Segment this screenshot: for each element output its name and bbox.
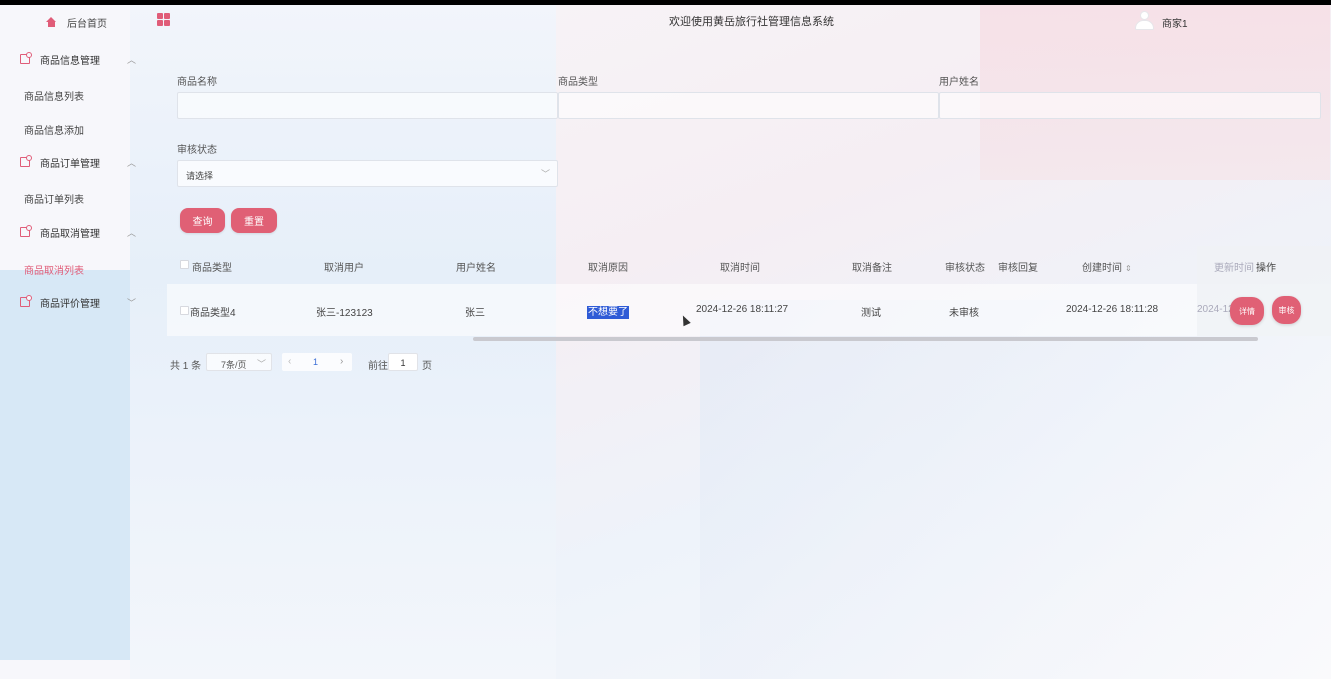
product-name-input[interactable] [177,92,558,119]
row-checkbox[interactable] [180,306,189,315]
page-unit-label: 页 [422,361,432,372]
current-page[interactable]: 1 [313,357,318,367]
goto-page-input[interactable]: 1 [388,353,418,371]
filter-form: 商品名称 商品类型 用户姓名 审核状态 请选择 ﹀ 查询 重置 [0,0,1331,240]
product-name-label: 商品名称 [177,77,217,88]
fixed-right-columns: 更新时间 操作 2024-12 详情 审核 [1197,246,1331,336]
audit-status-value: 请选择 [186,171,214,181]
cell-user-name: 张三 [465,308,485,319]
menu-group-icon [20,295,32,307]
reset-button[interactable]: 重置 [231,208,277,233]
column-header: 取消时间 [720,263,760,274]
total-count: 共 1 条 [170,361,202,372]
user-name-label: 用户姓名 [939,77,979,88]
cell-created-time: 2024-12-26 18:11:28 [1066,304,1159,315]
column-header: 取消原因 [588,263,628,274]
cell-product-type: 商品类型4 [190,308,236,319]
chevron-down-icon: ﹀ [126,297,136,308]
cell-audit-status: 未审核 [949,308,979,319]
cancel-table: 商品类型 取消用户 用户姓名 取消原因 取消时间 取消备注 审核状态 审核回复 … [167,246,1331,342]
user-name-input[interactable] [939,92,1321,119]
cell-updated-time: 2024-12 [1197,304,1234,315]
column-header: 更新时间 [1214,263,1254,274]
selected-text: 不想要了 [587,306,629,319]
audit-status-select[interactable]: 请选择 ﹀ [177,160,558,187]
cell-cancel-time: 2024-12-26 18:11:27 [696,304,789,315]
cell-cancel-reason: 不想要了 [587,303,629,319]
table-row: 商品类型4 张三-123123 张三 不想要了 2024-12-26 18:11… [167,284,1331,336]
sidebar-group-product-review[interactable]: 商品评价管理 ﹀ [20,294,136,310]
audit-status-label: 审核状态 [177,145,217,156]
sidebar-item-cancel-list[interactable]: 商品取消列表 [24,262,84,277]
page-nav: ‹ 1 › [282,353,352,371]
chevron-down-icon: ﹀ [540,169,550,179]
detail-button[interactable]: 详情 [1230,297,1264,325]
sort-icon[interactable]: ⇕ [1125,264,1132,273]
column-header-label: 创建时间 [1082,263,1122,274]
column-header: 取消备注 [852,263,892,274]
query-button[interactable]: 查询 [180,208,225,233]
sidebar-group-label: 商品评价管理 [40,298,100,310]
page-size-select[interactable]: 7条/页 ﹀ [206,353,272,371]
column-header: 商品类型 [192,263,232,274]
column-header: 审核回复 [998,263,1038,274]
next-page-icon[interactable]: › [340,356,343,367]
column-header: 用户姓名 [456,263,496,274]
goto-label: 前往 [368,361,388,372]
pagination: 共 1 条 7条/页 ﹀ ‹ 1 › 前往 1 页 [170,353,470,373]
column-header-sortable[interactable]: 创建时间 ⇕ [1082,259,1132,274]
product-type-label: 商品类型 [558,77,598,88]
horizontal-scrollbar[interactable] [473,337,1258,341]
product-type-input[interactable] [558,92,939,119]
column-header: 操作 [1256,263,1276,274]
column-header: 审核状态 [945,263,985,274]
select-all-checkbox[interactable] [180,260,189,269]
cell-cancel-note: 测试 [861,308,881,319]
cell-cancel-user: 张三-123123 [316,308,373,319]
page-size-value: 7条/页 [221,360,247,370]
prev-page-icon[interactable]: ‹ [288,356,291,367]
table-header: 商品类型 取消用户 用户姓名 取消原因 取消时间 取消备注 审核状态 审核回复 … [167,246,1331,284]
chevron-down-icon: ﹀ [256,359,266,369]
audit-button[interactable]: 审核 [1272,296,1301,324]
column-header: 取消用户 [324,263,364,274]
